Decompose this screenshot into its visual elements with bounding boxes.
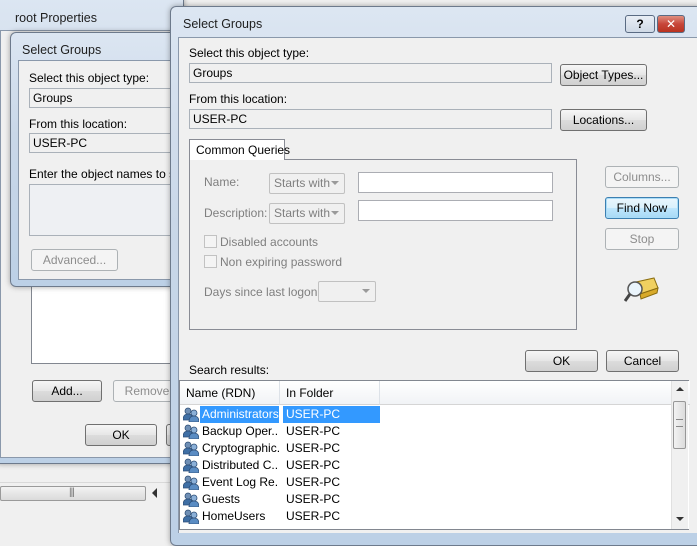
days-since-logon-select <box>318 281 376 302</box>
name-input <box>358 172 553 193</box>
column-header-name-label: Name (RDN) <box>186 386 256 400</box>
name-mode-select: Starts with <box>269 173 345 194</box>
description-label: Description: <box>204 206 268 220</box>
result-folder-cell: USER-PC <box>286 492 341 506</box>
cancel-button[interactable]: Cancel <box>606 350 679 372</box>
description-mode-select: Starts with <box>269 203 345 224</box>
ok-button[interactable]: OK <box>525 350 598 372</box>
group-icon <box>183 441 199 456</box>
chevron-down-icon <box>331 181 339 185</box>
result-name-cell: Event Log Re... <box>202 475 279 489</box>
result-name-cell: Cryptographic... <box>202 441 279 455</box>
results-scrollbar-thumb[interactable] <box>673 401 686 449</box>
non-expiring-checkbox <box>204 255 217 268</box>
tab-common-queries-label: Common Queries <box>196 143 291 157</box>
table-row[interactable]: Administrators USER-PC <box>180 406 380 423</box>
chevron-down-icon <box>362 289 370 293</box>
add-button[interactable]: Add... <box>32 380 102 402</box>
search-results-list[interactable]: Name (RDN) In Folder Administrators USER-… <box>179 380 690 530</box>
result-name-cell: Distributed C... <box>202 458 279 472</box>
result-folder-cell: USER-PC <box>286 475 341 489</box>
bg-enter-names-label: Enter the object names to sele <box>29 167 192 181</box>
disabled-accounts-checkbox <box>204 235 217 248</box>
tab-common-queries[interactable]: Common Queries <box>189 139 290 160</box>
result-name-cell: HomeUsers <box>202 509 266 523</box>
result-folder-cell: USER-PC <box>286 424 341 438</box>
group-icon <box>183 492 199 507</box>
object-type-field: Groups <box>189 63 552 83</box>
columns-button: Columns... <box>605 166 679 188</box>
bg-object-names-input[interactable] <box>29 184 179 236</box>
find-now-button[interactable]: Find Now <box>605 197 679 219</box>
table-row[interactable]: Event Log Re... USER-PC <box>180 474 380 491</box>
scrollbar-thumb[interactable]: ||| <box>0 486 146 501</box>
description-input <box>358 200 553 221</box>
bg-select-groups-title: Select Groups <box>22 43 102 57</box>
days-since-logon-label: Days since last logon: <box>204 285 321 299</box>
locations-button[interactable]: Locations... <box>560 109 647 131</box>
description-mode-value: Starts with <box>274 206 331 220</box>
result-name-cell: Administrators <box>200 406 279 423</box>
root-properties-title: root Properties <box>15 11 97 25</box>
help-button[interactable]: ? <box>625 15 655 33</box>
result-name-cell: Backup Oper... <box>202 424 279 438</box>
group-icon <box>183 424 199 439</box>
column-header-name[interactable]: Name (RDN) <box>180 381 280 405</box>
result-folder-cell: USER-PC <box>286 458 341 472</box>
table-row[interactable]: Guests USER-PC <box>180 491 380 508</box>
column-header-empty <box>380 381 690 405</box>
results-vertical-scrollbar[interactable] <box>671 381 688 529</box>
result-folder-cell: USER-PC <box>286 441 341 455</box>
location-label: From this location: <box>189 92 288 106</box>
object-type-label: Select this object type: <box>189 46 310 60</box>
scroll-up-arrow-icon[interactable] <box>676 387 684 391</box>
table-row[interactable]: Cryptographic... USER-PC <box>180 440 380 457</box>
table-row[interactable]: Backup Oper... USER-PC <box>180 423 380 440</box>
group-icon <box>183 475 199 490</box>
background-scrollbar[interactable]: ||| <box>0 482 172 504</box>
bg-location-field: USER-PC <box>29 133 179 153</box>
grip-icon <box>676 419 683 427</box>
bg-object-type-field: Groups <box>29 88 179 108</box>
object-types-button[interactable]: Object Types... <box>560 64 647 86</box>
bg-object-type-label: Select this object type: <box>29 71 150 85</box>
help-icon: ? <box>636 17 644 31</box>
name-mode-value: Starts with <box>274 176 331 190</box>
scroll-left-arrow-icon[interactable] <box>152 488 157 498</box>
root-ok-button[interactable]: OK <box>85 424 157 446</box>
bg-location-label: From this location: <box>29 117 128 131</box>
disabled-accounts-label: Disabled accounts <box>220 235 319 249</box>
close-button[interactable]: ✕ <box>657 15 685 33</box>
close-icon: ✕ <box>665 17 677 31</box>
chevron-down-icon <box>331 211 339 215</box>
stop-button: Stop <box>605 228 679 250</box>
table-row[interactable]: Distributed C... USER-PC <box>180 457 380 474</box>
scroll-down-arrow-icon[interactable] <box>676 517 684 521</box>
column-header-folder-label: In Folder <box>286 386 334 400</box>
members-list[interactable] <box>31 284 171 364</box>
result-folder-cell: USER-PC <box>283 406 380 423</box>
location-field: USER-PC <box>189 109 552 129</box>
table-row[interactable]: HomeUsers USER-PC <box>180 508 380 525</box>
select-groups-title: Select Groups <box>183 17 263 31</box>
search-results-label: Search results: <box>189 363 270 377</box>
name-label: Name: <box>204 175 240 189</box>
group-icon <box>183 509 199 524</box>
grip-icon: ||| <box>69 487 75 498</box>
column-header-folder[interactable]: In Folder <box>280 381 380 405</box>
search-flashlight-icon <box>624 277 659 302</box>
results-rows: Administrators USER-PC Backup Oper... USER-… <box>180 406 670 530</box>
result-name-cell: Guests <box>202 492 241 506</box>
group-icon <box>183 407 199 422</box>
non-expiring-label: Non expiring password <box>220 255 343 269</box>
bg-advanced-button: Advanced... <box>31 249 118 271</box>
group-icon <box>183 458 199 473</box>
result-folder-cell: USER-PC <box>286 509 341 523</box>
